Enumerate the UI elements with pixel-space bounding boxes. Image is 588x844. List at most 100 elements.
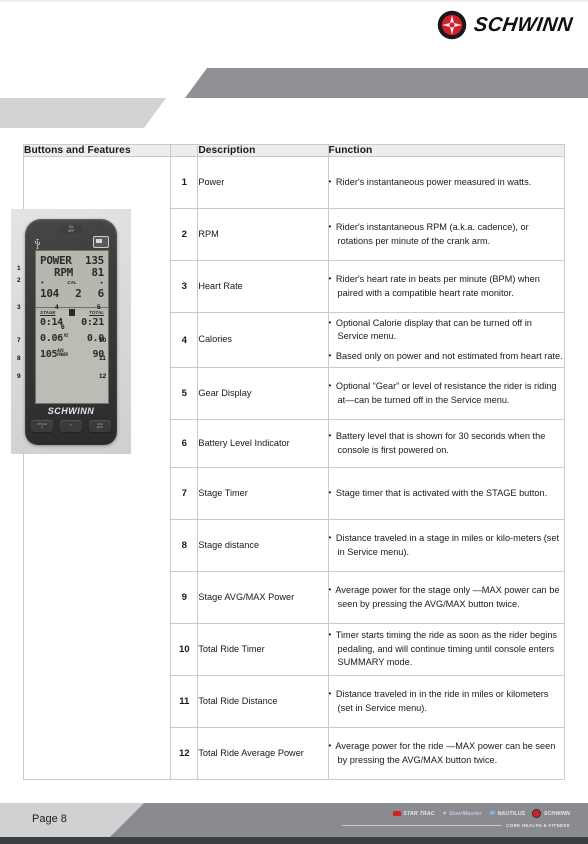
- row-number: 9: [170, 571, 199, 624]
- table-header-number: [170, 144, 199, 157]
- lcd-stage-time: 0:14: [40, 317, 63, 328]
- function-text: Optional “Gear” or level of resistance t…: [335, 381, 557, 405]
- page-footer: Page 8 STAR TRAC ✦ StairMaster ⬬ NAUTILU…: [0, 803, 588, 837]
- callout-number: 3: [17, 304, 21, 311]
- callout-number: 12: [99, 373, 107, 380]
- row-number: 7: [170, 467, 199, 520]
- row-function: • Rider's heart rate in beats per minute…: [327, 260, 566, 313]
- footer-brand-list: STAR TRAC ✦ StairMaster ⬬ NAUTILUS SCHWI…: [392, 809, 570, 818]
- function-bullet: • Battery level that is shown for 30 sec…: [329, 430, 564, 457]
- function-bullet: • Rider's instantaneous power measured i…: [329, 176, 564, 189]
- function-bullet: • Optional Calorie display that can be t…: [329, 317, 564, 344]
- bullet-icon: •: [328, 689, 332, 699]
- row-function: • Rider's instantaneous power measured i…: [327, 156, 566, 209]
- on-off-label: ON OFF: [67, 225, 75, 233]
- function-text: Distance traveled in a stage in miles or…: [335, 533, 560, 557]
- brand-wordmark: SCHWINN: [472, 13, 574, 36]
- page-root: SCHWINN Buttons and Features Description…: [0, 0, 588, 844]
- bullet-icon: •: [328, 381, 332, 391]
- row-function: • Distance traveled in in the ride in mi…: [327, 675, 566, 728]
- stairmaster-mark-icon: ✦: [441, 810, 447, 817]
- row-description: RPM: [197, 208, 329, 261]
- lcd-rpm-row: RPM 81: [36, 266, 108, 279]
- bullet-icon: •: [328, 317, 332, 327]
- bullet-icon: •: [328, 585, 332, 595]
- row-function: • Timer starts timing the ride as soon a…: [327, 623, 566, 676]
- function-bullet: • Optional “Gear” or level of resistance…: [329, 380, 564, 407]
- top-hairline: [0, 0, 588, 2]
- row-number: 11: [170, 675, 199, 728]
- lcd-icon-row: ♥ CAL ●: [36, 280, 108, 285]
- callout-number: 8: [17, 355, 21, 362]
- row-number: 10: [170, 623, 199, 676]
- footer-brand-star-trac: STAR TRAC: [392, 811, 435, 817]
- row-number: 4: [170, 312, 199, 368]
- table-header-buttons-features: Buttons and Features: [22, 144, 172, 157]
- usb-icon: [33, 236, 42, 250]
- function-text: Based only on power and not estimated fr…: [335, 350, 563, 361]
- row-number: 6: [170, 419, 199, 468]
- function-text: Battery level that is shown for 30 secon…: [335, 431, 546, 455]
- bullet-icon: •: [328, 630, 332, 640]
- lcd-rpm-label: RPM: [54, 266, 73, 279]
- function-text: Average power for the stage only —MAX po…: [335, 585, 560, 609]
- function-bullet: • Distance traveled in a stage in miles …: [329, 532, 564, 559]
- lcd-stage-distance: 0.06: [40, 333, 63, 344]
- row-function: • Rider's instantaneous RPM (a.k.a. cade…: [327, 208, 566, 261]
- schwinn-logo-icon: [437, 10, 467, 40]
- nautilus-swoosh-icon: ⬬: [488, 809, 495, 817]
- row-function: • Average power for the ride —MAX power …: [327, 727, 566, 780]
- lcd-heart-rate-value: 104: [40, 287, 59, 300]
- callout-number: 6: [61, 324, 65, 331]
- header-band-dark: [185, 68, 588, 98]
- bullet-icon: •: [328, 176, 332, 186]
- callout-number: 9: [17, 373, 21, 380]
- row-number: 2: [170, 208, 199, 261]
- console-device: ON OFF POWER 135 RPM 81 ♥ CAL ● 104 2 6 …: [25, 219, 117, 445]
- function-bullet: • Average power for the ride —MAX power …: [329, 740, 564, 767]
- footer-brand-stairmaster: ✦ StairMaster: [442, 811, 482, 817]
- row-function: • Optional Calorie display that can be t…: [327, 312, 566, 368]
- footer-brand-nautilus-label: NAUTILUS: [497, 810, 526, 817]
- avg-max-button[interactable]: AVG MAX: [89, 420, 111, 432]
- function-text: Rider's heart rate in beats per minute (…: [335, 274, 540, 298]
- bullet-icon: •: [328, 741, 332, 751]
- row-description: Total Ride Average Power: [197, 727, 329, 780]
- row-number: 3: [170, 260, 199, 313]
- row-description: Battery Level Indicator: [197, 419, 329, 468]
- footer-rule: [342, 825, 503, 826]
- lcd-total-time: 0:21: [81, 317, 104, 328]
- footer-brand-schwinn-label: SCHWINN: [543, 810, 570, 817]
- row-description: Stage Timer: [197, 467, 329, 520]
- function-text: Timer starts timing the ride as soon as …: [335, 630, 558, 668]
- table-header-function: Function: [327, 144, 566, 157]
- bullet-icon: •: [328, 487, 332, 497]
- header-brand: SCHWINN: [437, 10, 574, 40]
- bullet-icon: •: [328, 431, 332, 441]
- row-description: Gear Display: [197, 367, 329, 420]
- stage-button[interactable]: STAGE ▯: [31, 420, 53, 432]
- function-text: Average power for the ride —MAX power ca…: [335, 741, 556, 765]
- function-text: Rider's instantaneous power measured in …: [335, 176, 532, 187]
- function-bullet: • Distance traveled in in the ride in mi…: [329, 688, 564, 715]
- row-description: Heart Rate: [197, 260, 329, 313]
- battery-bars-icon: [69, 309, 76, 316]
- function-text: Stage timer that is activated with the S…: [335, 487, 548, 498]
- on-off-button[interactable]: ON OFF: [58, 224, 84, 235]
- row-function: • Average power for the stage only —MAX …: [327, 571, 566, 624]
- callout-number: 7: [17, 337, 21, 344]
- row-description: Power: [197, 156, 329, 209]
- row-number: 5: [170, 367, 199, 420]
- row-description: Calories: [197, 312, 329, 368]
- row-number: 8: [170, 519, 199, 572]
- lcd-metrics-row: 104 2 6: [36, 287, 108, 300]
- row-number: 1: [170, 156, 199, 209]
- star-trac-chip-icon: [392, 811, 401, 816]
- function-text: Distance traveled in in the ride in mile…: [335, 689, 549, 713]
- header-band-light: [0, 98, 166, 128]
- page-number: Page 8: [32, 813, 67, 825]
- row-number: 12: [170, 727, 199, 780]
- callout-number: 2: [17, 277, 21, 284]
- bullet-icon: •: [328, 274, 332, 284]
- center-button[interactable]: ✦: [60, 420, 82, 432]
